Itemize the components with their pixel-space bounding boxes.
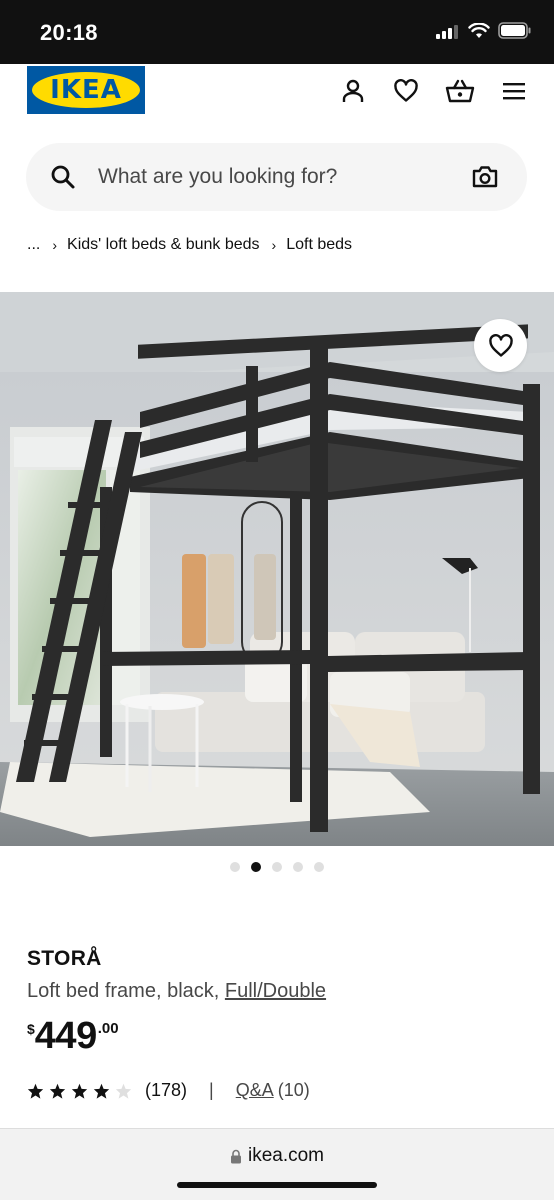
status-time: 20:18 bbox=[40, 20, 98, 45]
heart-icon bbox=[488, 333, 513, 357]
product-image[interactable] bbox=[0, 292, 554, 846]
account-button[interactable] bbox=[338, 76, 368, 106]
product-description-text: Loft bed frame, black, bbox=[27, 980, 220, 1002]
review-count[interactable]: (178) bbox=[145, 1080, 187, 1101]
chevron-right-icon: › bbox=[52, 237, 58, 253]
breadcrumb-item[interactable]: Kids' loft beds & bunk beds bbox=[67, 236, 260, 254]
qa-count: (10) bbox=[277, 1080, 310, 1100]
heart-icon bbox=[394, 79, 418, 102]
qa-link[interactable]: Q&A bbox=[236, 1080, 274, 1101]
star-filled-icon bbox=[71, 1083, 88, 1099]
url-display[interactable]: ikea.com bbox=[0, 1145, 554, 1167]
home-indicator[interactable] bbox=[177, 1182, 377, 1188]
site-header: IKEA bbox=[0, 64, 554, 130]
rating-row: (178) | Q&A (10) bbox=[27, 1080, 310, 1101]
status-bar: 20:18 bbox=[0, 0, 554, 64]
breadcrumb-ellipsis[interactable]: ... bbox=[27, 236, 40, 254]
favourites-button[interactable] bbox=[391, 76, 421, 106]
size-link[interactable]: Full/Double bbox=[225, 980, 326, 1002]
star-empty-icon bbox=[115, 1083, 132, 1099]
url-text: ikea.com bbox=[247, 1145, 325, 1166]
divider: | bbox=[209, 1080, 214, 1100]
logo-text: IKEA bbox=[50, 75, 122, 105]
product-price: $ 449 .00 bbox=[27, 1015, 119, 1057]
chevron-right-icon: › bbox=[271, 237, 277, 253]
cart-button[interactable] bbox=[445, 76, 475, 106]
battery-icon bbox=[498, 22, 531, 39]
cellular-signal-icon bbox=[436, 23, 460, 39]
camera-icon[interactable] bbox=[471, 164, 499, 190]
lock-icon bbox=[230, 1149, 241, 1163]
status-icons bbox=[436, 22, 532, 39]
breadcrumb: ... › Kids' loft beds & bunk beds › Loft… bbox=[27, 236, 352, 254]
carousel-indicators bbox=[0, 862, 554, 872]
carousel-dot[interactable] bbox=[272, 862, 282, 872]
ikea-logo[interactable]: IKEA bbox=[27, 66, 145, 114]
carousel-dot[interactable] bbox=[293, 862, 303, 872]
menu-icon bbox=[503, 83, 525, 100]
menu-button[interactable] bbox=[499, 76, 529, 106]
price-currency: $ bbox=[27, 1021, 35, 1037]
star-filled-icon bbox=[93, 1083, 110, 1099]
star-rating[interactable] bbox=[27, 1083, 132, 1099]
basket-icon bbox=[445, 79, 475, 103]
product-description: Loft bed frame, black, Full/Double bbox=[27, 980, 326, 1003]
browser-address-bar[interactable]: ikea.com bbox=[0, 1128, 554, 1200]
breadcrumb-item[interactable]: Loft beds bbox=[286, 236, 352, 254]
carousel-dot[interactable] bbox=[314, 862, 324, 872]
user-icon bbox=[342, 79, 364, 102]
price-integer: 449 bbox=[34, 1015, 97, 1057]
product-name: STORÅ bbox=[27, 947, 102, 970]
star-filled-icon bbox=[27, 1083, 44, 1099]
star-filled-icon bbox=[49, 1083, 66, 1099]
price-decimals: .00 bbox=[97, 1020, 119, 1037]
carousel-dot-active[interactable] bbox=[251, 862, 261, 872]
wifi-icon bbox=[468, 22, 490, 38]
carousel-dot[interactable] bbox=[230, 862, 240, 872]
search-input[interactable] bbox=[98, 143, 458, 211]
loft-bed-photo bbox=[0, 292, 554, 846]
save-to-favourites-button[interactable] bbox=[474, 319, 527, 372]
search-bar[interactable] bbox=[26, 143, 527, 211]
search-icon[interactable] bbox=[50, 164, 76, 190]
